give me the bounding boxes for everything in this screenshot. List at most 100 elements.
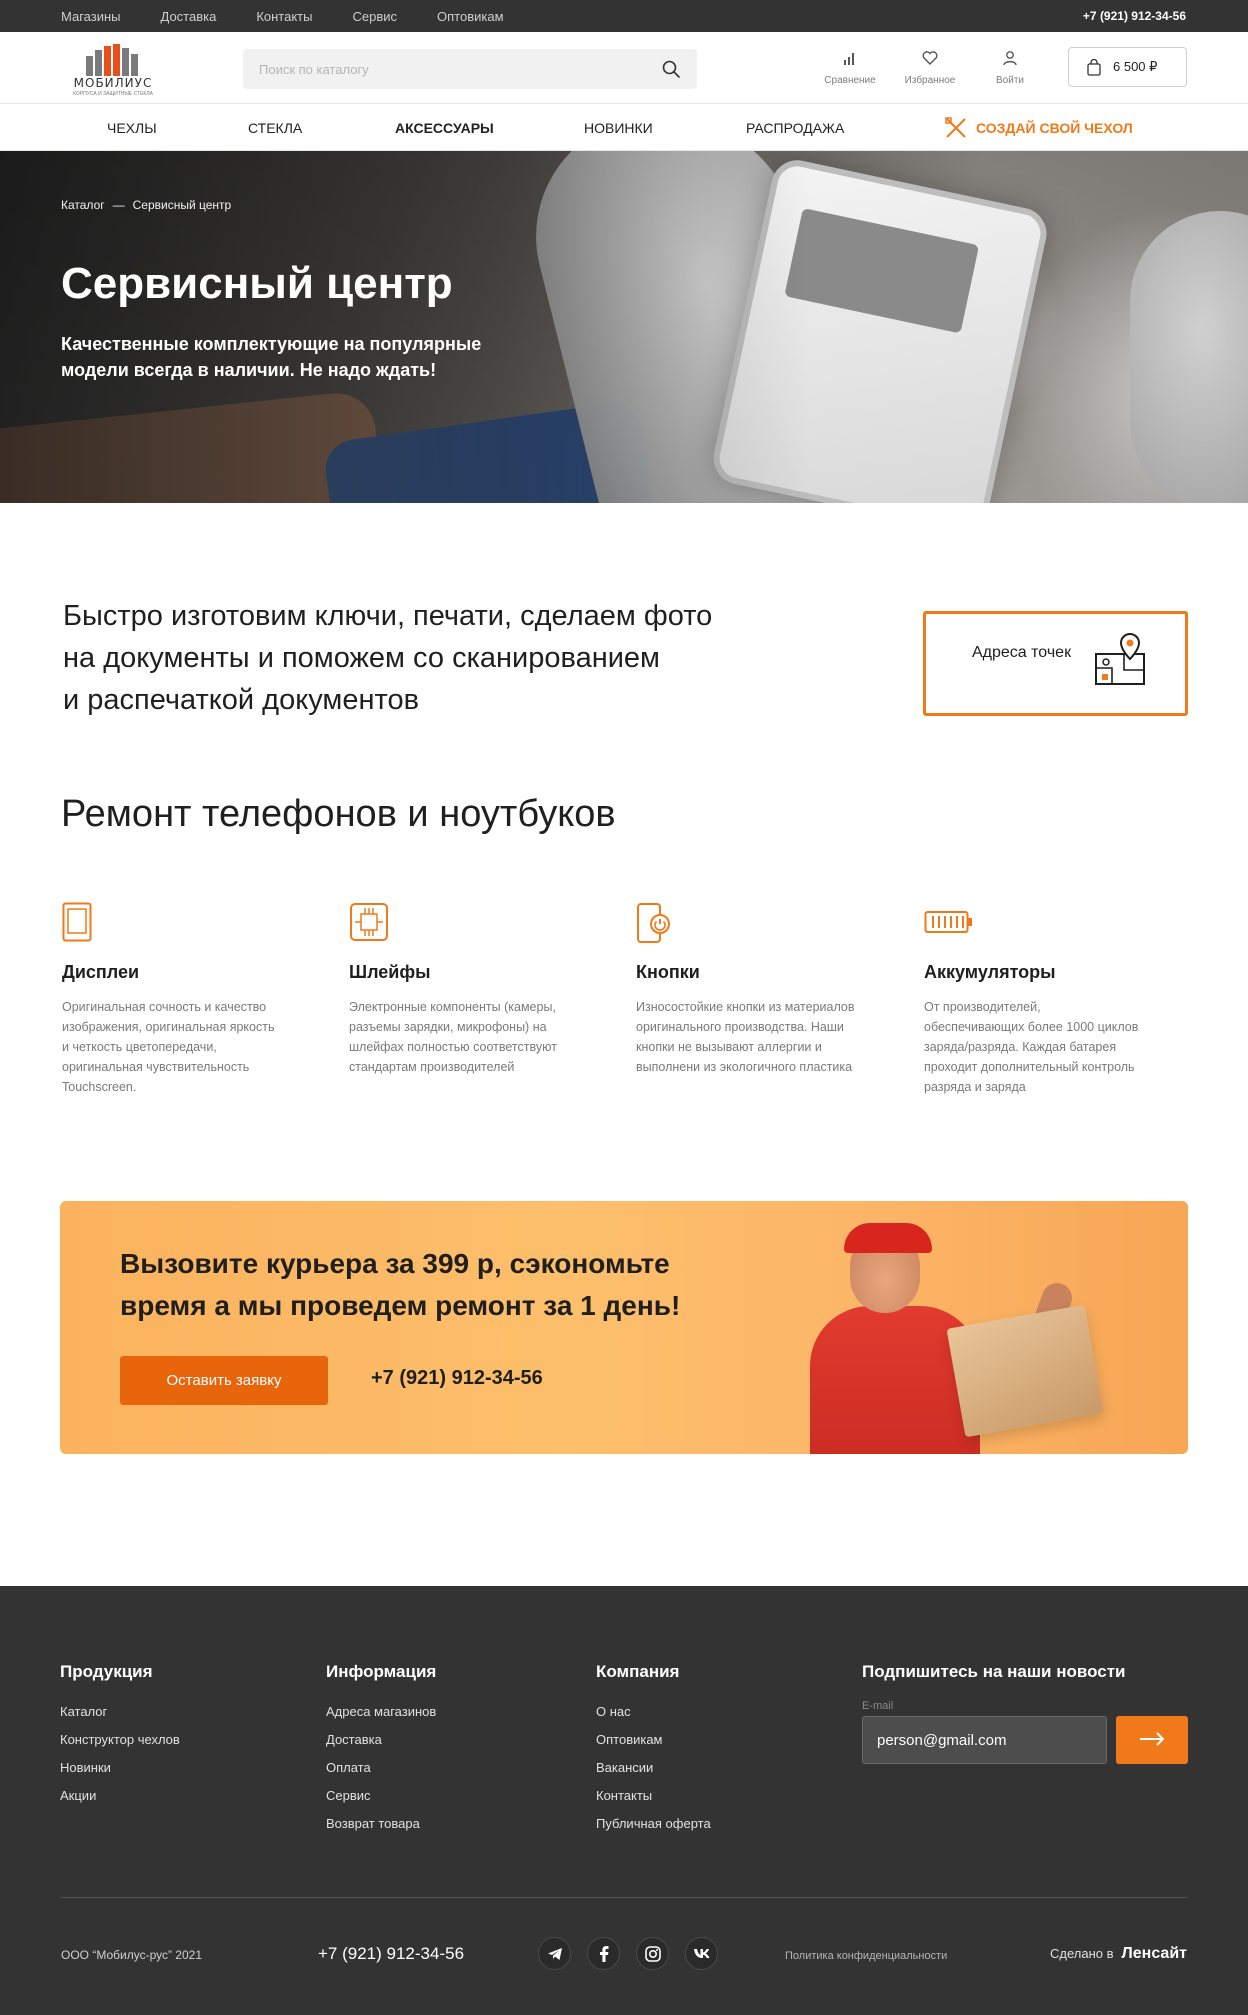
login-label: Войти [996, 75, 1024, 86]
vk-button[interactable] [685, 1937, 718, 1970]
footer-column-title: Продукция [60, 1662, 153, 1681]
tablet-icon [62, 902, 92, 942]
search-icon[interactable] [661, 59, 681, 79]
footer-link[interactable]: Адреса магазинов [326, 1704, 436, 1719]
logo[interactable]: МОБИЛИУС КОРПУСА И ЗАЩИТНЫЕ СТЕКЛА [56, 44, 170, 97]
repair-section-title: Ремонт телефонов и ноутбуков [61, 793, 616, 835]
user-icon [1003, 51, 1017, 66]
chip-icon [350, 903, 388, 941]
top-link-delivery[interactable]: Доставка [161, 9, 217, 24]
cart-total: 6 500 ₽ [1113, 59, 1158, 74]
nav-item-sale[interactable]: Распродажа [746, 105, 844, 151]
nav-item-cases[interactable]: Чехлы [107, 105, 157, 151]
footer-link[interactable]: О нас [596, 1704, 711, 1719]
footer-link[interactable]: Возврат товара [326, 1816, 436, 1831]
footer-link[interactable]: Оплата [326, 1760, 436, 1775]
top-link-wholesale[interactable]: Оптовикам [437, 9, 504, 24]
email-field[interactable] [862, 1716, 1107, 1764]
map-pin-icon [1095, 632, 1145, 685]
feature-title: Шлейфы [349, 962, 431, 982]
promo-title: Вызовите курьера за 399 р, сэкономьте вр… [120, 1248, 681, 1321]
scissors-icon [945, 117, 966, 138]
compare-icon [844, 53, 854, 65]
footer: Продукция Каталог Конструктор чехлов Нов… [0, 1586, 1248, 2015]
feature-title: Кнопки [636, 962, 700, 982]
footer-link[interactable]: Доставка [326, 1732, 436, 1747]
feature-title: Аккумуляторы [924, 962, 1056, 982]
instagram-button[interactable] [636, 1937, 669, 1970]
newsletter-subscribe: Подпишитесь на наши новости E-mail [862, 1662, 1188, 1764]
favorites-label: Избранное [904, 75, 956, 86]
nav-item-new[interactable]: Новинки [584, 105, 653, 151]
phone-power-icon [637, 903, 670, 943]
hero-subtitle: Качественные комплектующие на популярные… [61, 334, 482, 380]
promo-phone[interactable]: +7 (921) 912-34-56 [371, 1367, 543, 1390]
main-nav: Чехлы Стекла Аксессуары Новинки Распрода… [0, 105, 1248, 151]
create-case-label: Создай свой чехол [976, 120, 1133, 136]
nav-item-accessories[interactable]: Аксессуары [395, 105, 494, 151]
footer-link[interactable]: Конструктор чехлов [60, 1732, 180, 1747]
facebook-icon [599, 1945, 608, 1962]
footer-link[interactable]: Вакансии [596, 1760, 711, 1775]
parcel-box [946, 1304, 1104, 1438]
footer-phone[interactable]: +7 (921) 912-34-56 [318, 1944, 464, 1964]
top-link-service[interactable]: Сервис [352, 9, 397, 24]
addresses-label: Адреса точек [972, 644, 1072, 661]
logo-tagline: КОРПУСА И ЗАЩИТНЫЕ СТЕКЛА [73, 91, 153, 97]
cart-button[interactable]: 6 500 ₽ [1068, 47, 1187, 87]
login-button[interactable]: Войти [970, 50, 1050, 88]
telegram-button[interactable] [538, 1937, 571, 1970]
feature-title: Дисплеи [62, 962, 140, 982]
vk-icon [693, 1949, 709, 1958]
favorites-button[interactable]: Избранное [890, 50, 970, 88]
social-links [538, 1937, 718, 1970]
subscribe-button[interactable] [1116, 1716, 1188, 1764]
footer-link[interactable]: Сервис [326, 1788, 436, 1803]
compare-label: Сравнение [824, 75, 876, 86]
instagram-icon [644, 1945, 661, 1962]
arrow-right-icon [1140, 1731, 1165, 1746]
feature-text: От производителей, обеспечивающих более … [924, 1000, 1139, 1094]
search-box [243, 49, 697, 89]
shopping-bag-icon [1087, 58, 1101, 76]
studio-name: Ленсайт [1121, 1945, 1187, 1962]
footer-link[interactable]: Публичная оферта [596, 1816, 711, 1831]
feature-text: Электронные компоненты (камеры, разъемы … [349, 1000, 557, 1074]
telegram-icon [547, 1947, 562, 1960]
courier-photo [780, 1211, 1140, 1454]
nav-item-create-case[interactable]: Создай свой чехол [944, 105, 1133, 151]
footer-column-info: Информация Адреса магазинов Доставка Опл… [326, 1662, 436, 1844]
addresses-button[interactable]: Адреса точек [923, 611, 1188, 716]
made-in-label: Сделано в [1050, 1946, 1114, 1961]
leave-request-button[interactable]: Оставить заявку [120, 1356, 328, 1405]
footer-link[interactable]: Новинки [60, 1760, 180, 1775]
intro-line-3: и распечаткой документов [63, 684, 419, 716]
top-links: Магазины Доставка Контакты Сервис Оптови… [61, 0, 504, 32]
feature-text: Износостойкие кнопки из материалов ориги… [636, 1000, 855, 1074]
feature-displays: Дисплеи Оригинальная сочность и качество… [62, 902, 282, 1097]
email-label: E-mail [862, 1700, 894, 1712]
footer-link[interactable]: Контакты [596, 1788, 711, 1803]
breadcrumb-separator: — [112, 198, 125, 212]
top-bar: Магазины Доставка Контакты Сервис Оптови… [0, 0, 1248, 32]
breadcrumb-current: Сервисный центр [132, 198, 232, 212]
footer-link[interactable]: Оптовикам [596, 1732, 711, 1747]
facebook-button[interactable] [587, 1937, 620, 1970]
footer-bottom: ООО “Мобилус-рус” 2021 +7 (921) 912-34-5… [0, 1897, 1248, 2015]
footer-column-title: Информация [326, 1662, 437, 1681]
compare-button[interactable]: Сравнение [810, 50, 890, 88]
heart-icon [922, 51, 938, 65]
footer-link[interactable]: Акции [60, 1788, 180, 1803]
top-phone[interactable]: +7 (921) 912-34-56 [1083, 0, 1186, 32]
privacy-policy-link[interactable]: Политика конфиденциальности [785, 1950, 947, 1962]
feature-cables: Шлейфы Электронные компоненты (камеры, р… [349, 902, 569, 1077]
subscribe-title: Подпишитесь на наши новости [862, 1662, 1126, 1681]
nav-item-glass[interactable]: Стекла [248, 105, 302, 151]
top-link-contacts[interactable]: Контакты [256, 9, 312, 24]
made-by[interactable]: Сделано в Ленсайт [1050, 1945, 1187, 1963]
footer-column-title: Компания [596, 1662, 680, 1681]
search-input[interactable] [243, 49, 643, 89]
top-link-stores[interactable]: Магазины [61, 9, 121, 24]
breadcrumb-catalog[interactable]: Каталог [61, 198, 105, 212]
footer-link[interactable]: Каталог [60, 1704, 180, 1719]
